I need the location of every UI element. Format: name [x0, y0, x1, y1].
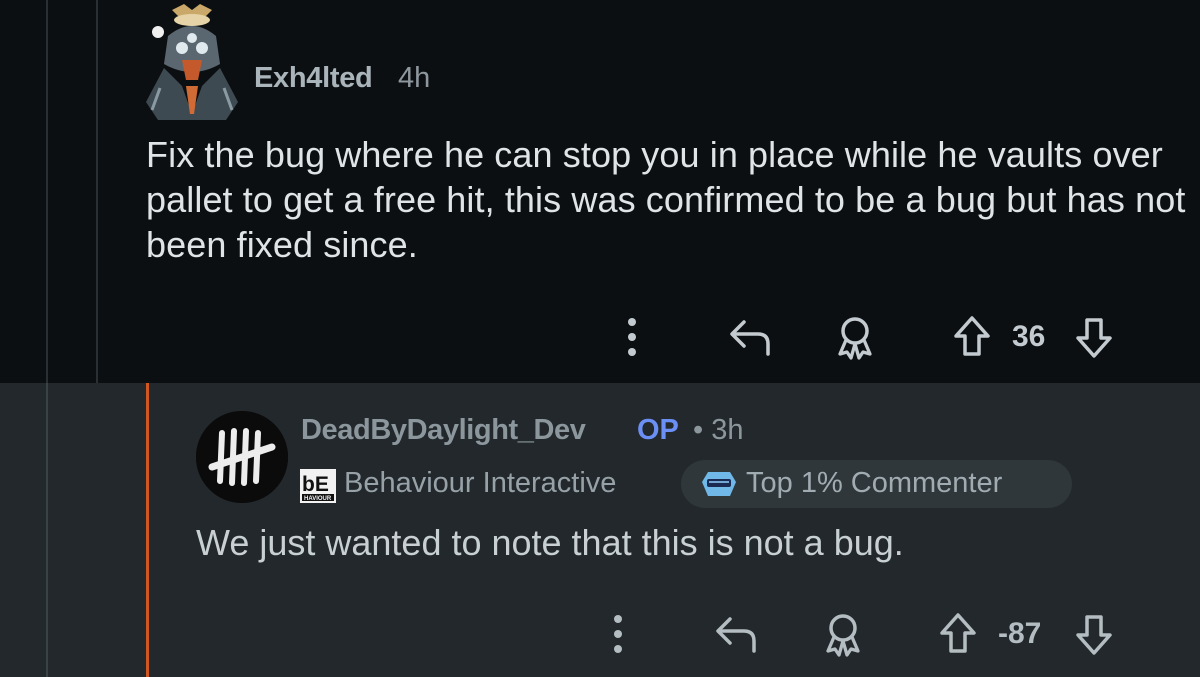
comment-actions-reply: -87: [604, 609, 1124, 659]
reply-icon[interactable]: [728, 316, 774, 358]
commenter-badge-label: Top 1% Commenter: [746, 467, 1003, 499]
thread-line-inner[interactable]: [96, 0, 98, 383]
downvote-icon[interactable]: [1074, 314, 1114, 360]
vote-count: 36: [1012, 320, 1046, 353]
comment-actions: 36: [618, 312, 1118, 362]
user-flair: Behaviour Interactive: [344, 467, 617, 499]
downvote-icon[interactable]: [1074, 611, 1114, 657]
more-options-icon[interactable]: [604, 611, 632, 657]
upvote-icon[interactable]: [938, 611, 978, 657]
avatar-dbd-dev[interactable]: [196, 411, 288, 503]
avatar-exh4lted[interactable]: [142, 2, 242, 120]
comment-body: Fix the bug where he can stop you in pla…: [146, 134, 1186, 265]
reply-icon[interactable]: [714, 613, 760, 655]
logo-wordmark: bE: [302, 473, 329, 496]
vote-count: -87: [998, 617, 1042, 650]
username[interactable]: DeadByDaylight_Dev: [301, 414, 586, 447]
timestamp: • 3h: [693, 414, 744, 446]
op-badge: OP: [637, 414, 679, 446]
logo-subtext: HAVIOUR: [304, 496, 332, 502]
upvote-icon[interactable]: [952, 314, 992, 360]
thread-highlight-line[interactable]: [146, 383, 149, 677]
more-options-icon[interactable]: [618, 314, 646, 360]
award-icon[interactable]: [832, 314, 878, 360]
thread-line-outer[interactable]: [46, 0, 48, 383]
behaviour-logo-icon: bE HAVIOUR: [300, 469, 336, 503]
thread-line-outer-reply[interactable]: [46, 383, 48, 677]
username[interactable]: Exh4lted: [254, 62, 373, 95]
award-icon[interactable]: [820, 611, 866, 657]
timestamp: 4h: [398, 62, 431, 94]
comment-body: We just wanted to note that this is not …: [196, 522, 904, 563]
top-commenter-icon: [700, 468, 738, 500]
